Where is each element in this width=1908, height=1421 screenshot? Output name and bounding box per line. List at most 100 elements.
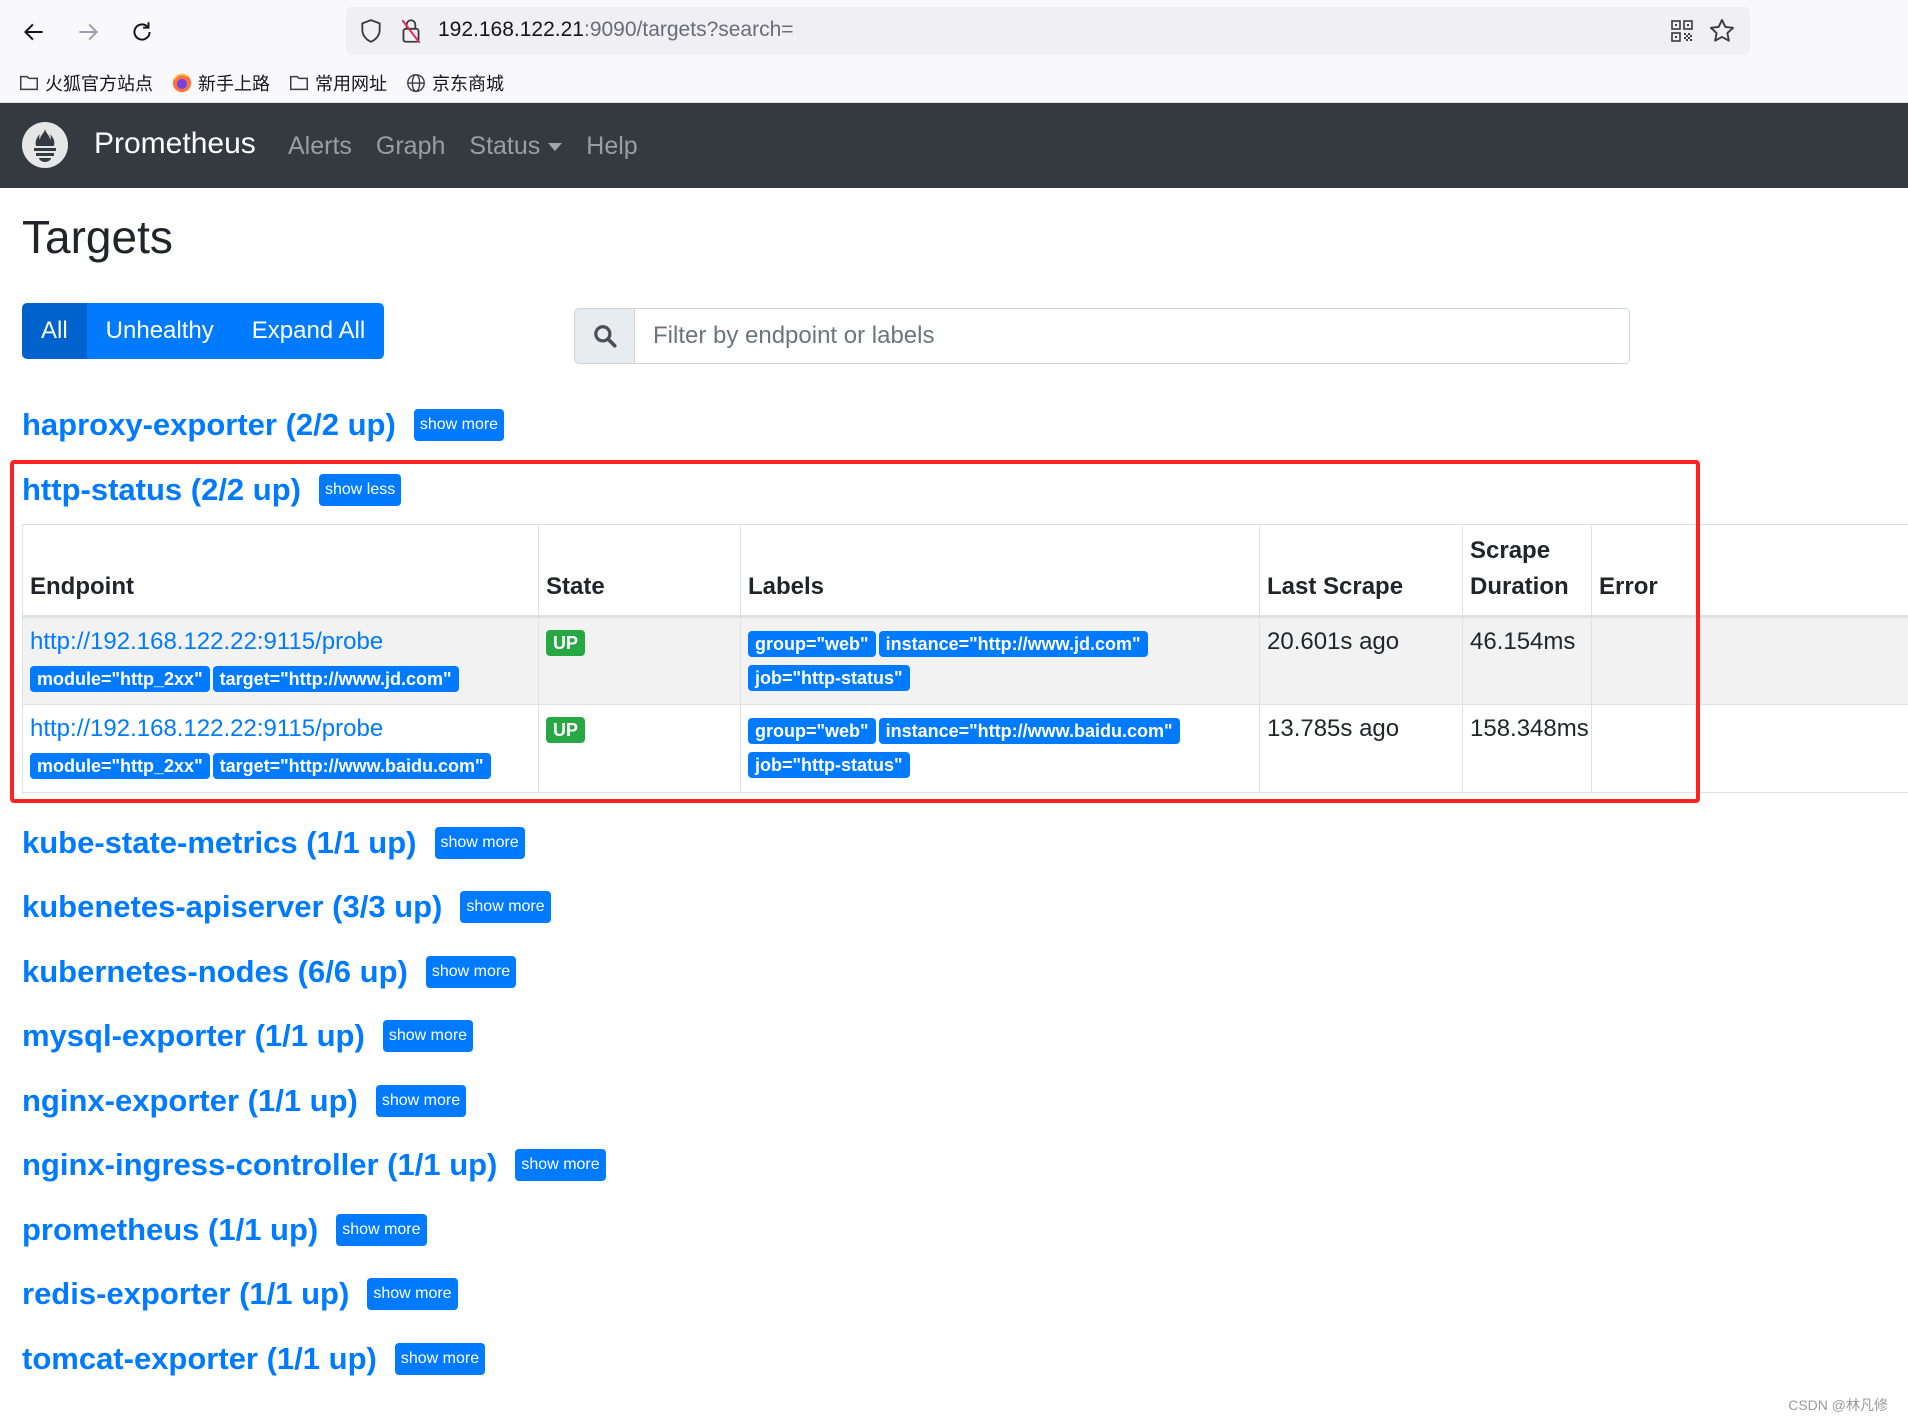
address-bar[interactable]: 192.168.122.21:9090/targets?search=	[346, 7, 1750, 55]
brand-name[interactable]: Prometheus	[94, 127, 256, 161]
bookmark-item[interactable]: 火狐官方站点	[18, 70, 153, 96]
error-cell	[1591, 616, 1908, 705]
page-title: Targets	[22, 211, 173, 263]
browser-toolbar: 192.168.122.21:9090/targets?search= 火狐官方…	[0, 0, 1908, 103]
job-group: nginx-ingress-controller (1/1 up) show m…	[22, 1147, 606, 1183]
nav-help[interactable]: Help	[586, 132, 637, 161]
bookmark-label: 火狐官方站点	[45, 74, 153, 94]
reload-button[interactable]	[124, 14, 160, 50]
filter-unhealthy-button[interactable]: Unhealthy	[86, 303, 233, 359]
job-title[interactable]: prometheus (1/1 up)	[22, 1212, 318, 1248]
job-title[interactable]: haproxy-exporter (2/2 up)	[22, 407, 396, 443]
endpoint-link[interactable]: http://192.168.122.22:9115/probe	[30, 715, 531, 743]
bookmark-item[interactable]: 常用网址	[288, 70, 387, 96]
url-path: :9090/targets?search=	[583, 18, 794, 41]
job-group: kube-state-metrics (1/1 up) show more	[22, 825, 525, 861]
state-badge: UP	[546, 717, 586, 743]
nav-alerts[interactable]: Alerts	[288, 132, 352, 161]
bookmark-item[interactable]: 京东商城	[405, 70, 504, 96]
header-endpoint: Endpoint	[22, 524, 539, 618]
folder-icon	[20, 75, 38, 91]
header-label: Labels	[748, 573, 825, 600]
search-input[interactable]	[635, 309, 1629, 363]
nav-label: Help	[586, 132, 638, 160]
param-badge: module="http_2xx"	[30, 666, 210, 692]
bookmark-label: 京东商城	[432, 74, 504, 94]
table-header-row: Endpoint State Labels Last Scrape Scrape…	[22, 524, 1908, 618]
header-label: Error	[1599, 573, 1658, 600]
job-title[interactable]: nginx-ingress-controller (1/1 up)	[22, 1147, 497, 1183]
bookmark-star-icon[interactable]	[1708, 17, 1736, 45]
job-title[interactable]: mysql-exporter (1/1 up)	[22, 1018, 365, 1054]
error-cell	[1591, 704, 1908, 793]
reload-icon	[133, 22, 151, 41]
expand-all-button[interactable]: Expand All	[232, 303, 385, 359]
prometheus-logo-icon[interactable]	[22, 122, 68, 168]
nav-status-dropdown[interactable]: Status	[469, 132, 563, 161]
job-group: haproxy-exporter (2/2 up) show more	[22, 407, 505, 443]
job-title[interactable]: http-status (2/2 up)	[22, 472, 301, 508]
header-label: Last Scrape	[1267, 573, 1404, 600]
filter-all-button[interactable]: All	[22, 303, 87, 359]
nav-graph[interactable]: Graph	[376, 132, 445, 161]
endpoint-cell: http://192.168.122.22:9115/probe module=…	[22, 616, 539, 705]
show-less-button[interactable]: show less	[319, 474, 402, 506]
header-scrape-duration: Scrape Duration	[1462, 524, 1592, 618]
caret-down-icon	[548, 142, 563, 151]
label-badge: instance="http://www.baidu.com"	[878, 718, 1180, 744]
scrape-duration-cell: 46.154ms	[1462, 616, 1592, 705]
job-group: prometheus (1/1 up) show more	[22, 1212, 427, 1248]
targets-table: Endpoint State Labels Last Scrape Scrape…	[22, 524, 1908, 793]
search-box	[574, 308, 1630, 364]
nav-links: Alerts Graph Status Help	[288, 132, 638, 161]
nav-label: Alerts	[288, 132, 352, 160]
show-more-button[interactable]: show more	[515, 1149, 606, 1181]
table-row: http://192.168.122.22:9115/probe module=…	[22, 704, 1908, 793]
param-badge: target="http://www.jd.com"	[212, 666, 459, 692]
label-badge: job="http-status"	[748, 665, 910, 691]
table-row: http://192.168.122.22:9115/probe module=…	[22, 616, 1908, 705]
navbar: Prometheus Alerts Graph Status Help	[0, 103, 1908, 188]
search-addon	[575, 309, 635, 363]
job-title[interactable]: redis-exporter (1/1 up)	[22, 1276, 349, 1312]
job-title[interactable]: kubernetes-nodes (6/6 up)	[22, 954, 408, 990]
labels-cell: group="web" instance="http://www.jd.com" j…	[740, 616, 1260, 705]
folder-icon	[290, 75, 308, 91]
show-more-button[interactable]: show more	[434, 827, 525, 859]
show-more-button[interactable]: show more	[367, 1278, 458, 1310]
header-label: Endpoint	[30, 573, 134, 600]
globe-icon	[407, 74, 425, 92]
back-button[interactable]	[16, 14, 52, 50]
forward-button[interactable]	[70, 14, 106, 50]
job-title[interactable]: kubenetes-apiserver (3/3 up)	[22, 889, 442, 925]
nav-label: Graph	[375, 132, 446, 160]
insecure-lock-icon[interactable]	[398, 17, 424, 45]
job-group: nginx-exporter (1/1 up) show more	[22, 1083, 467, 1119]
last-scrape-cell: 20.601s ago	[1259, 616, 1463, 705]
last-scrape-cell: 13.785s ago	[1259, 704, 1463, 793]
show-more-button[interactable]: show more	[425, 956, 517, 988]
endpoint-link[interactable]: http://192.168.122.22:9115/probe	[30, 628, 531, 656]
bookmark-item[interactable]: 新手上路	[171, 70, 270, 96]
show-more-button[interactable]: show more	[375, 1085, 467, 1117]
show-more-button[interactable]: show more	[413, 409, 505, 441]
qr-code-icon[interactable]	[1670, 19, 1694, 43]
url-host: 192.168.122.21	[438, 18, 584, 41]
show-more-button[interactable]: show more	[460, 891, 551, 923]
show-more-button[interactable]: show more	[382, 1020, 474, 1052]
show-more-button[interactable]: show more	[394, 1343, 486, 1375]
url-text[interactable]: 192.168.122.21:9090/targets?search=	[438, 18, 794, 42]
job-title[interactable]: kube-state-metrics (1/1 up)	[22, 825, 417, 861]
state-badge: UP	[546, 630, 586, 656]
bookmark-label: 常用网址	[315, 74, 387, 94]
header-error: Error	[1591, 524, 1908, 618]
shield-icon[interactable]	[358, 18, 384, 44]
header-label: Duration	[1470, 573, 1569, 600]
endpoint-cell: http://192.168.122.22:9115/probe module=…	[22, 704, 539, 793]
job-title[interactable]: tomcat-exporter (1/1 up)	[22, 1341, 377, 1377]
header-label: Scrape	[1470, 537, 1551, 564]
header-labels: Labels	[740, 524, 1260, 618]
param-badge: target="http://www.baidu.com"	[212, 753, 491, 779]
show-more-button[interactable]: show more	[336, 1214, 427, 1246]
job-title[interactable]: nginx-exporter (1/1 up)	[22, 1083, 358, 1119]
